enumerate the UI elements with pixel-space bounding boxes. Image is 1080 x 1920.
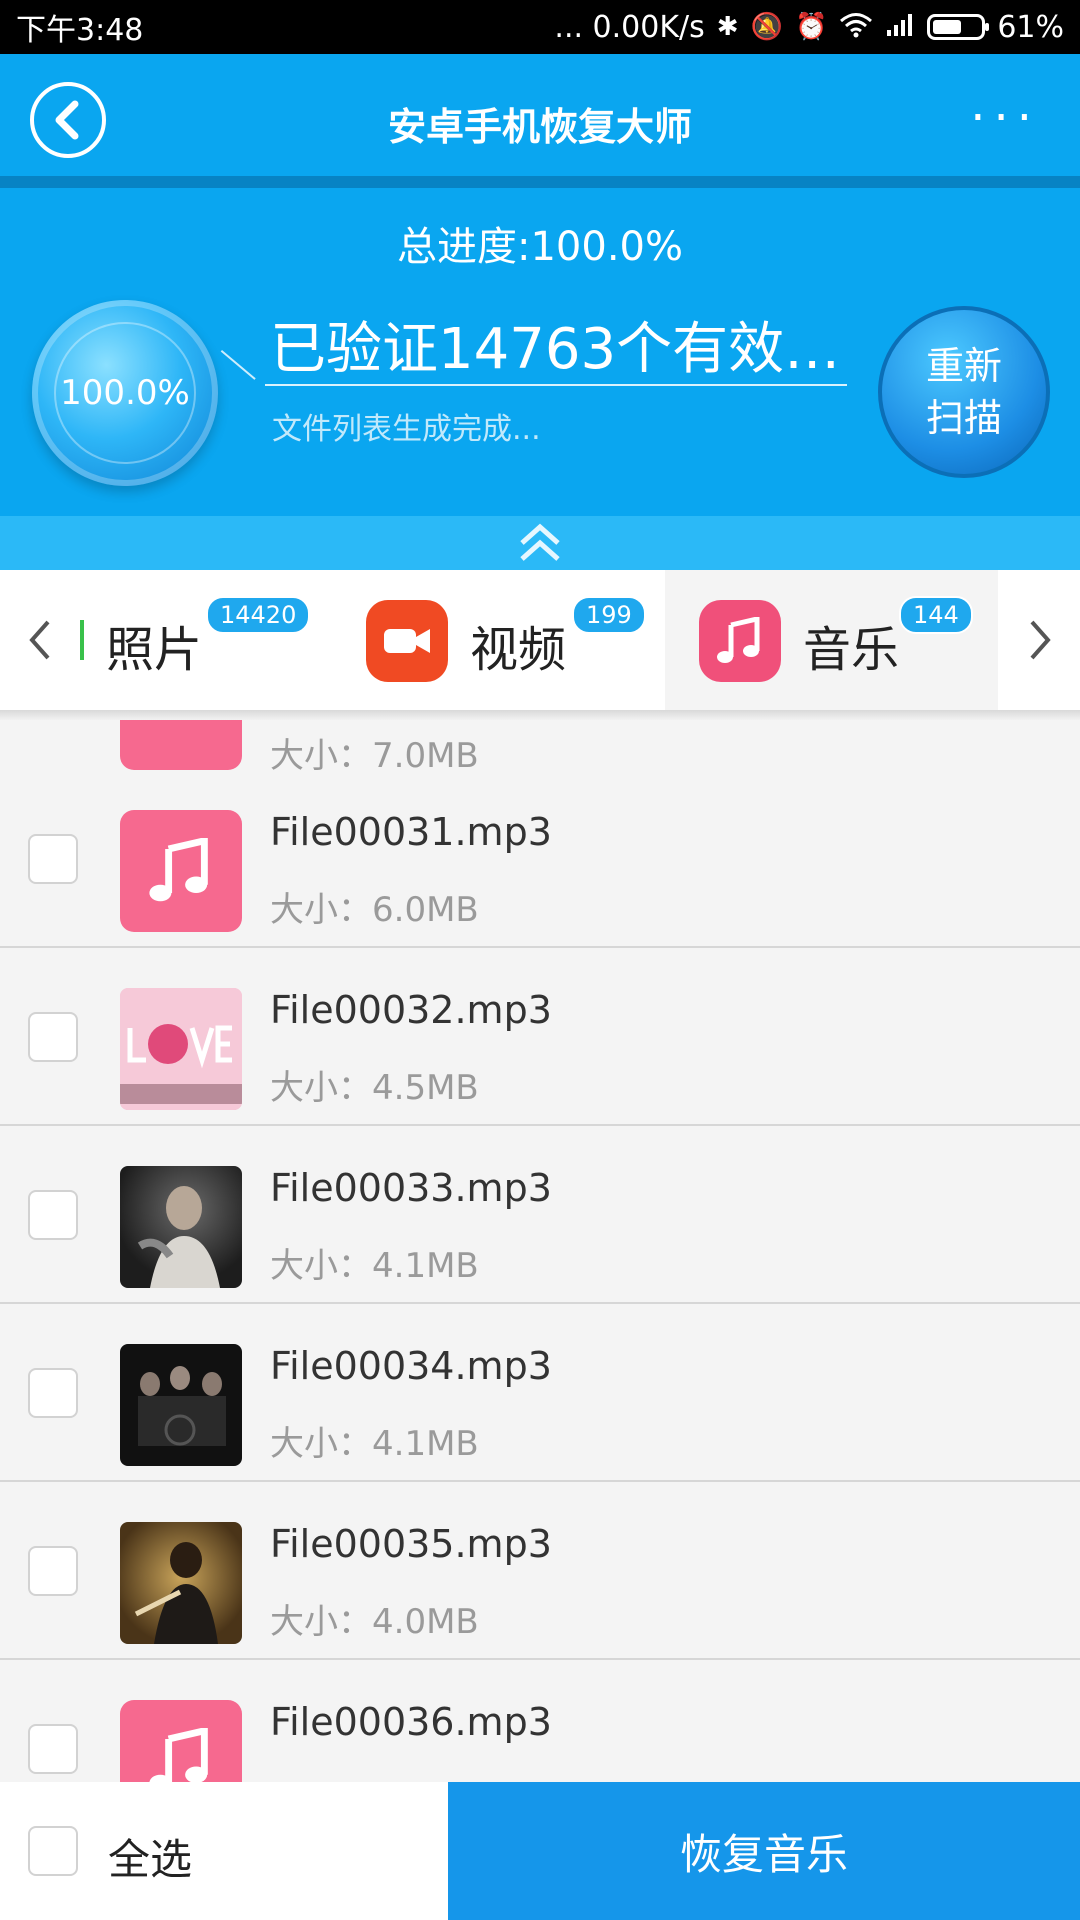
video-camera-icon [366,600,448,682]
bottom-action-bar: 全选 恢复音乐 [0,1782,1080,1920]
chevron-left-icon [29,620,50,660]
file-name: File00033.mp3 [270,1166,552,1210]
tab-music[interactable]: 音乐 144 [665,570,998,710]
list-item[interactable]: File00036.mp3 [0,1660,1080,1782]
category-tabs: 照片 14420 视频 199 音乐 144 [0,570,1080,710]
recover-music-label: 恢复音乐 [679,1829,848,1879]
album-cover-image [120,1522,242,1644]
tabs-shadow [0,710,1080,720]
tab-photos-label: 照片 [106,622,203,678]
tab-photos[interactable]: 照片 14420 [70,570,340,710]
list-item[interactable]: File00034.mp3 大小：4.1MB [0,1304,1080,1482]
battery-fill [933,20,962,34]
battery-icon [927,14,990,40]
file-name: File00031.mp3 [270,810,552,854]
select-all-checkbox[interactable] [28,1826,78,1876]
file-size: 大小：6.0MB [270,890,479,930]
status-bar: 下午3:48 ... 0.00K/s ✱ 🔕 ⏰ 61% [0,0,1080,54]
music-note-icon [120,720,242,770]
status-icons: ... 0.00K/s ✱ 🔕 ⏰ 61% [554,10,1064,45]
mute-icon: 🔕 [750,12,783,42]
bluetooth-icon: ✱ [716,12,739,42]
photo-icon [80,620,84,660]
file-name: File00034.mp3 [270,1344,552,1388]
file-size: 大小：4.0MB [270,1602,479,1642]
scan-progress-panel: 总进度:100.0% 100.0% 已验证14763个有效文... 文件列表生成… [0,188,1080,516]
gauge-value: 100.0% [60,373,190,413]
network-speed: ... 0.00K/s [554,9,705,45]
album-cover-image [120,1344,242,1466]
file-checkbox[interactable] [28,1724,78,1774]
file-checkbox[interactable] [28,1546,78,1596]
tabs-prev-button[interactable] [20,612,60,668]
file-name: File00035.mp3 [270,1522,552,1566]
more-dots-icon[interactable]: ··· [970,94,1040,142]
file-name: File00032.mp3 [270,988,552,1032]
rescan-button[interactable]: 重新 扫描 [878,306,1050,478]
file-name: File00036.mp3 [270,1700,552,1744]
file-size: 大小：4.5MB [270,1068,479,1108]
file-size: 大小：4.1MB [270,1246,479,1286]
file-checkbox[interactable] [28,1190,78,1240]
chevron-right-icon [1030,620,1051,660]
music-file-list[interactable]: 大小：7.0MB File00031.mp3 大小：6.0MB File0003… [0,720,1080,1782]
list-item[interactable]: File00035.mp3 大小：4.0MB [0,1482,1080,1660]
rescan-label-line1: 重新 [925,344,1002,388]
recover-music-button[interactable]: 恢复音乐 [448,1782,1080,1920]
file-size: 大小：4.1MB [270,1424,479,1464]
music-note-icon [120,810,242,932]
list-item[interactable]: 大小：7.0MB [0,720,1080,776]
signal-icon [885,12,915,43]
tab-videos[interactable]: 视频 199 [340,570,665,710]
music-note-icon [120,1700,242,1782]
verified-underline [265,384,847,386]
header-divider [0,176,1080,188]
list-item[interactable]: File00032.mp3 大小：4.5MB [0,948,1080,1126]
album-cover-image [120,988,242,1110]
tab-videos-badge: 199 [572,596,646,634]
app-bar: 安卓手机恢复大师 ··· [0,54,1080,188]
battery-percent: 61% [997,9,1064,45]
list-item[interactable]: File00033.mp3 大小：4.1MB [0,1126,1080,1304]
tab-photos-badge: 14420 [206,596,311,634]
double-chevron-up-icon [520,523,560,561]
tab-music-label: 音乐 [803,622,900,678]
tab-music-badge: 144 [899,596,973,634]
page-title: 安卓手机恢复大师 [387,105,692,149]
collapse-panel-button[interactable] [0,516,1080,570]
album-cover-image [120,1166,242,1288]
list-item[interactable]: File00031.mp3 大小：6.0MB [0,770,1080,948]
verified-count-text: 已验证14763个有效文... [270,317,848,382]
wifi-icon [839,12,873,43]
file-checkbox[interactable] [28,1012,78,1062]
status-time: 下午3:48 [16,13,144,48]
file-checkbox[interactable] [28,834,78,884]
tabs-next-button[interactable] [1020,612,1060,668]
file-checkbox[interactable] [28,1368,78,1418]
scan-status-text: 文件列表生成完成... [272,412,541,447]
rescan-label-line2: 扫描 [925,396,1002,440]
select-all-label[interactable]: 全选 [108,1826,192,1887]
music-note-icon [699,600,781,682]
tab-videos-label: 视频 [470,622,567,678]
total-progress-label: 总进度:100.0% [397,224,683,270]
alarm-icon: ⏰ [794,12,828,42]
